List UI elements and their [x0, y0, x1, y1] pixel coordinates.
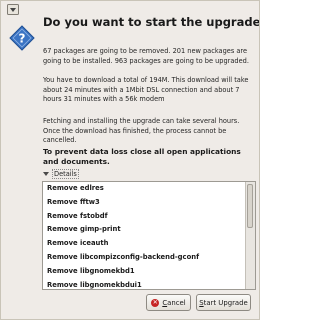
- data-loss-warning: To prevent data loss close all open appl…: [43, 147, 241, 166]
- changes-list[interactable]: Remove edlres Remove fftw3 Remove fstobd…: [42, 181, 256, 290]
- vertical-scrollbar[interactable]: [245, 182, 255, 289]
- cancel-button[interactable]: ✕ Cancel: [146, 294, 191, 311]
- question-diamond-icon: ?: [9, 25, 35, 51]
- details-expander[interactable]: Details: [43, 168, 79, 179]
- removal-summary-text: 67 packages are going to be removed. 201…: [43, 47, 249, 65]
- start-upgrade-button[interactable]: Start Upgrade: [196, 294, 251, 311]
- list-item[interactable]: Remove fstobdf: [43, 210, 245, 224]
- scrollbar-thumb[interactable]: [247, 184, 253, 228]
- cancel-icon: ✕: [151, 298, 160, 307]
- list-item[interactable]: Remove libgnomekbd1: [43, 265, 245, 279]
- list-item[interactable]: Remove iceauth: [43, 237, 245, 251]
- list-item[interactable]: Remove libcompizconfig-backend-gconf: [43, 251, 245, 265]
- upgrade-dialog: ? Do you want to start the upgrade? 67 p…: [0, 0, 260, 320]
- window-menu-icon[interactable]: [7, 4, 19, 15]
- download-estimate-text: You have to download a total of 194M. Th…: [43, 76, 249, 104]
- list-item[interactable]: Remove fftw3: [43, 196, 245, 210]
- triangle-down-icon: [43, 171, 49, 176]
- details-label: Details: [52, 168, 79, 179]
- svg-text:?: ?: [19, 32, 26, 46]
- cancel-button-label: Cancel: [162, 298, 186, 307]
- list-item[interactable]: Remove gimp-print: [43, 223, 245, 237]
- dialog-heading: Do you want to start the upgrade?: [43, 15, 260, 29]
- duration-notice-text: Fetching and installing the upgrade can …: [43, 117, 240, 145]
- start-upgrade-button-label: Start Upgrade: [199, 298, 248, 307]
- list-item[interactable]: Remove libgnomekbdui1: [43, 279, 245, 289]
- list-item[interactable]: Remove edlres: [43, 182, 245, 196]
